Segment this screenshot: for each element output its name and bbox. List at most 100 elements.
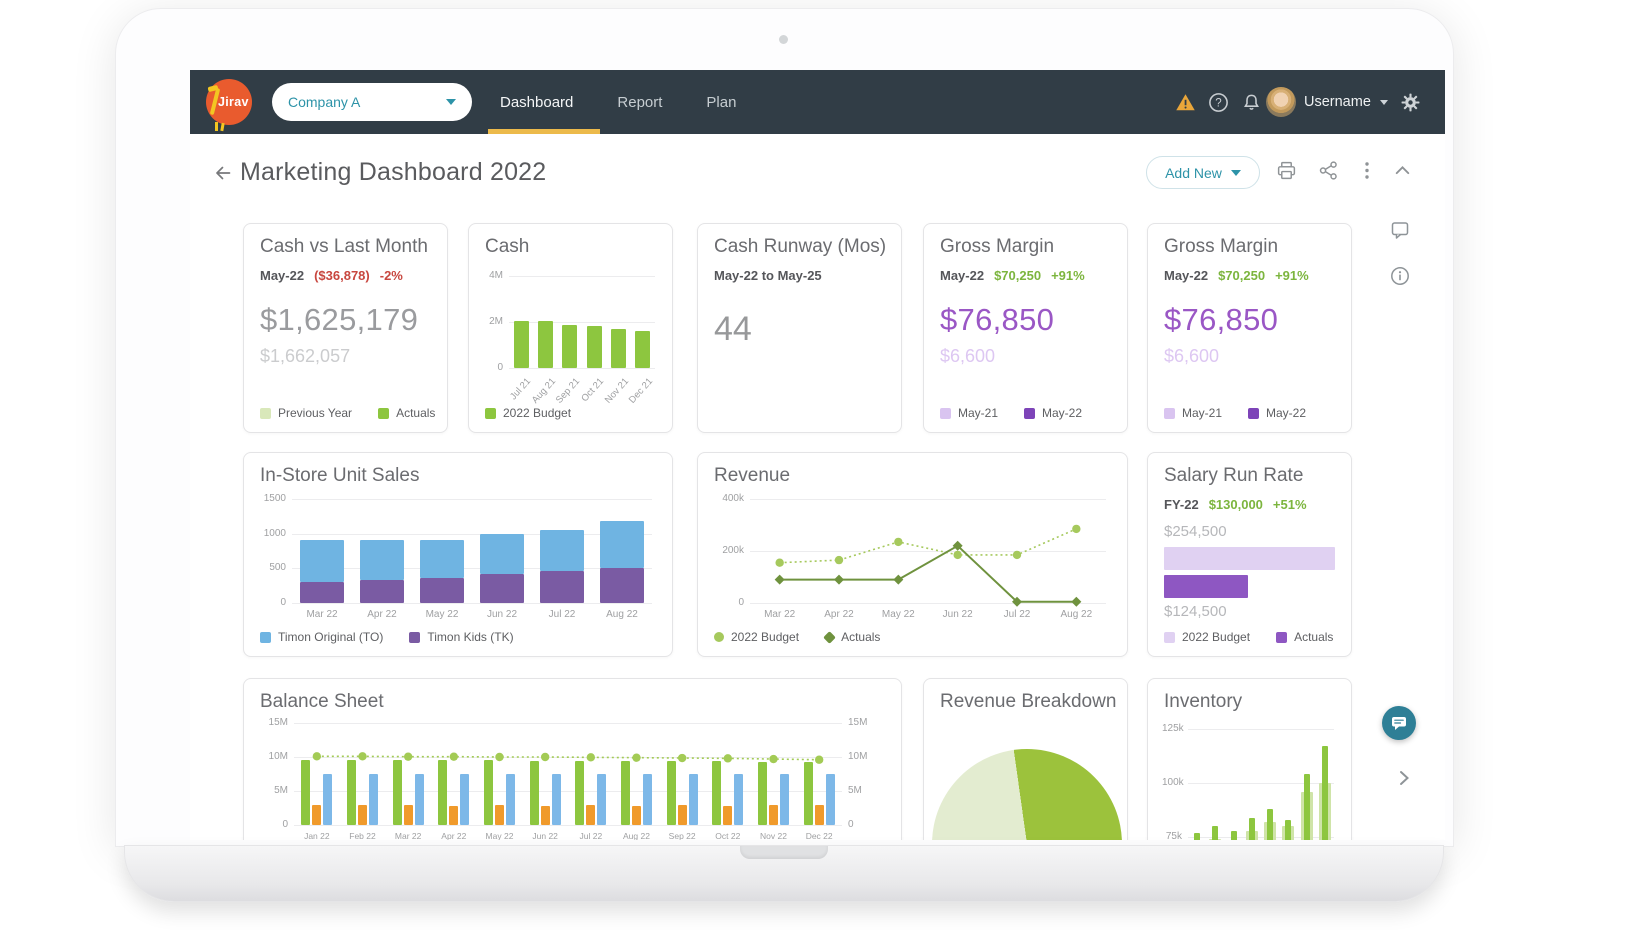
legend-item: Timon Kids (TK) [409,630,513,644]
chart-legend: Timon Original (TO)Timon Kids (TK) [260,630,514,644]
chart-legend: 2022 Budget [485,406,571,420]
line-series-overlay [712,493,1146,615]
legend-item: Actuals [825,630,880,644]
kpi-delta-pct: -2% [380,268,403,283]
bar [1322,746,1328,840]
collapse-chevron-up-icon[interactable] [1392,160,1413,181]
legend-label: Actuals [396,406,435,420]
y-axis-label: 1000 [258,528,286,539]
username-label[interactable]: Username [1304,94,1371,110]
line-series-overlay [258,719,882,837]
print-icon[interactable] [1276,160,1297,181]
legend-item: May-22 [1248,406,1306,420]
x-axis-label: Apr 22 [352,609,412,620]
kpi-period-row: May-22 to May-25 [714,268,822,283]
bar [1194,833,1200,840]
bar [635,331,650,368]
x-axis-label: Oct 21 [579,376,606,404]
bar [1285,820,1291,840]
legend-swatch [823,631,836,644]
user-avatar[interactable] [1266,87,1296,117]
chevron-down-icon[interactable] [1380,100,1388,105]
legend-swatch [1248,408,1259,419]
tab-dashboard[interactable]: Dashboard [500,94,573,111]
stacked-bar-segment [600,568,644,603]
chevron-down-icon [446,99,456,105]
kpi-period: May-22 [1164,268,1208,283]
bar [1212,826,1218,840]
x-axis-label: Jul 22 [987,609,1046,620]
legend-item: Actuals [378,406,435,420]
add-new-button[interactable]: Add New [1146,156,1260,189]
company-selector[interactable]: Company A [272,83,472,121]
share-icon[interactable] [1318,160,1339,181]
legend-swatch [485,408,496,419]
x-axis-label: Nov 22 [751,831,797,840]
kpi-delta-value: $130,000 [1209,497,1263,512]
giraffe-leg-icon [215,122,218,131]
warning-icon[interactable] [1175,92,1196,113]
bar [538,321,553,368]
x-axis-label: Apr 22 [809,609,868,620]
card-in-store-unit-sales: In-Store Unit Sales 150010005000Mar 22Ap… [243,452,673,657]
stacked-bar-segment [360,540,404,580]
card-salary-run-rate: Salary Run Rate FY-22 $130,000 +51% $254… [1147,452,1352,657]
gear-icon[interactable] [1400,92,1421,113]
bar [1249,818,1255,840]
card-title: Inventory [1164,691,1242,713]
bar [562,325,577,368]
y-axis-label: 125k [1162,723,1182,734]
chat-fab[interactable] [1382,706,1416,740]
legend-label: May-21 [1182,406,1222,420]
card-revenue: Revenue 400k200k0Mar 22Apr 22May 22Jun 2… [697,452,1128,657]
comment-icon[interactable] [1390,220,1410,240]
legend-swatch [940,408,951,419]
card-cash-vs-last-month: Cash vs Last Month May-22 ($36,878) -2% … [243,223,448,433]
laptop-base-notch [740,846,828,859]
tab-plan[interactable]: Plan [706,94,736,111]
kpi-primary-value: 44 [714,310,752,349]
legend-swatch [409,632,420,643]
x-axis-label: Mar 22 [750,609,809,620]
legend-swatch [1024,408,1035,419]
gridline [292,568,652,569]
gridline [509,322,655,323]
jirav-logo[interactable]: Jirav [206,79,252,125]
legend-item: Actuals [1276,630,1333,644]
chat-bubble-icon [1390,714,1408,732]
bar [1231,831,1237,840]
stacked-bar-segment [600,521,644,568]
help-icon[interactable]: ? [1208,92,1229,113]
kpi-period-row: FY-22 $130,000 +51% [1164,497,1307,512]
legend-item: 2022 Budget [714,630,799,644]
bar [611,329,626,368]
legend-item: 2022 Budget [1164,630,1250,644]
kebab-menu-icon[interactable] [1360,160,1374,181]
stacked-bar-segment [480,534,524,575]
card-gross-margin-1: Gross Margin May-22 $70,250 +91% $76,850… [923,223,1128,433]
chevron-right-icon[interactable] [1394,768,1414,788]
kpi-period: May-22 [940,268,984,283]
company-selector-value: Company A [288,94,360,110]
nav-tabs: Dashboard Report Plan [500,70,736,134]
card-title: Gross Margin [1164,236,1278,258]
chevron-down-icon [1231,170,1241,176]
legend-swatch [1164,408,1175,419]
card-title: Balance Sheet [260,691,384,713]
stacked-bar-segment [360,580,404,603]
info-icon[interactable] [1390,266,1410,286]
laptop-base [124,845,1444,902]
bell-icon[interactable] [1241,92,1262,113]
x-axis-label: May 22 [477,831,523,840]
kpi-delta-pct: +51% [1273,497,1307,512]
stacked-bar-segment [300,540,344,582]
bar [1304,774,1310,840]
legend-label: 2022 Budget [731,630,799,644]
cash-bar-chart: 4M2M0Jul 21Aug 21Sep 21Oct 21Nov 21Dec 2… [483,268,660,390]
gridline [1188,729,1334,730]
kpi-delta-pct: +91% [1275,268,1309,283]
back-arrow-icon[interactable] [212,163,232,183]
legend-label: May-21 [958,406,998,420]
tab-report[interactable]: Report [617,94,662,111]
kpi-secondary-value: $6,600 [1164,346,1219,367]
